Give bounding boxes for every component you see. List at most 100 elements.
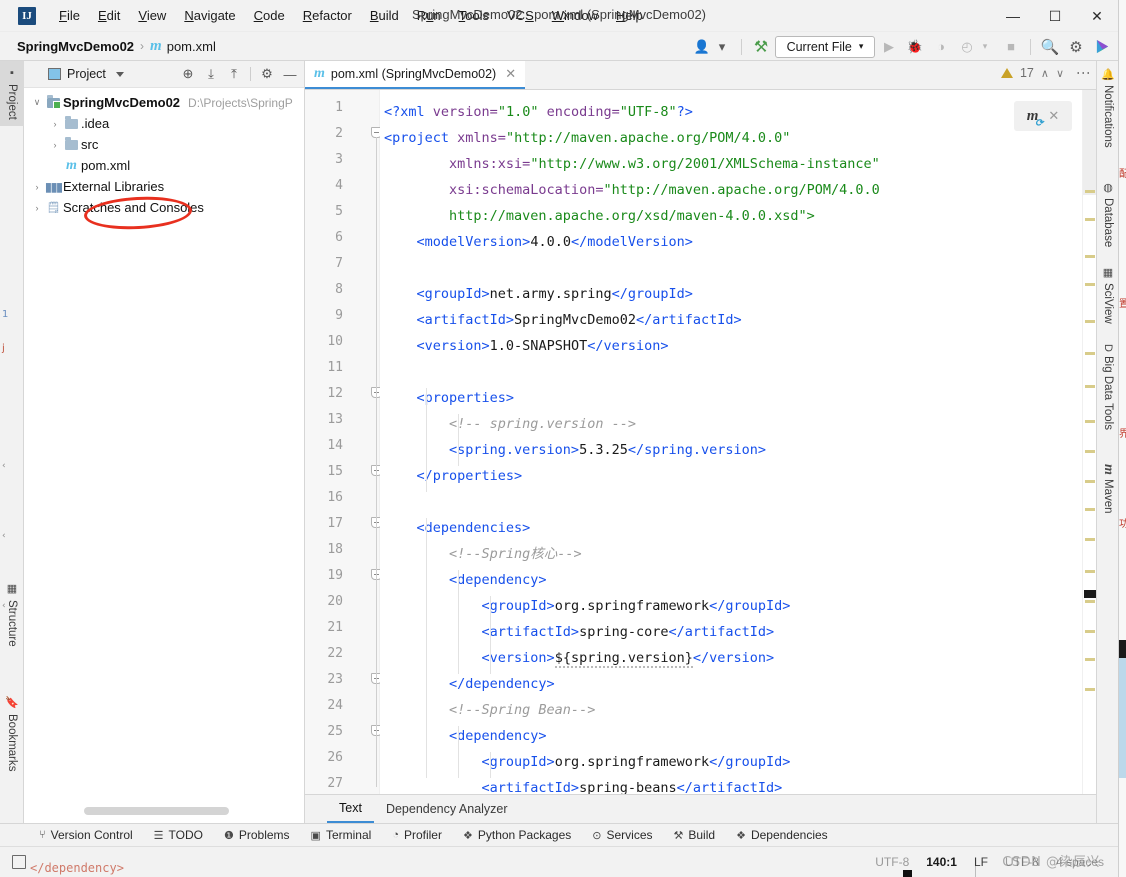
tool-window-version-control[interactable]: ⑂ Version Control: [30, 826, 142, 844]
close-icon[interactable]: ✕: [505, 66, 516, 82]
breadcrumb-file[interactable]: pom.xml: [167, 39, 216, 54]
tree-node-external-libraries[interactable]: › ▮▮▮ External Libraries: [24, 176, 304, 197]
collapse-all-icon[interactable]: ⤒: [224, 64, 244, 84]
sidebar-item-maven[interactable]: m Maven: [1097, 459, 1119, 518]
viewport-indicator[interactable]: [1083, 90, 1097, 195]
chevron-right-icon[interactable]: ›: [30, 182, 44, 192]
sidebar-item-database[interactable]: ◍ Database: [1097, 176, 1119, 252]
warning-marker[interactable]: [1085, 508, 1095, 511]
run-icon[interactable]: ▶: [877, 36, 901, 58]
ide-assistant-icon[interactable]: [1090, 36, 1114, 58]
tree-node-src[interactable]: › src: [24, 134, 304, 155]
hide-icon[interactable]: —: [280, 64, 300, 84]
menu-item-tools[interactable]: Tools: [450, 4, 498, 27]
sidebar-item-sciview[interactable]: ▦ SciView: [1097, 261, 1119, 329]
collapse-chevron-icon-3[interactable]: ‹: [2, 601, 14, 612]
warning-marker[interactable]: [1085, 352, 1095, 355]
build-hammer-icon[interactable]: ⚒: [749, 36, 773, 58]
warning-marker[interactable]: [1085, 190, 1095, 193]
tool-window-dependencies[interactable]: ❖ Dependencies: [727, 826, 837, 844]
project-panel-horizontal-scrollbar[interactable]: [84, 807, 229, 815]
menu-item-file[interactable]: File: [50, 4, 89, 27]
editor-marker-gutter[interactable]: [1082, 90, 1097, 794]
warning-marker[interactable]: [1085, 385, 1095, 388]
layout-icon[interactable]: [12, 855, 26, 869]
editor-tab-pom-xml[interactable]: m pom.xml (SpringMvcDemo02) ✕: [305, 61, 526, 89]
warning-marker[interactable]: [1085, 450, 1095, 453]
breadcrumb-project[interactable]: SpringMvcDemo02: [17, 39, 134, 54]
menu-item-help[interactable]: Help: [607, 4, 652, 27]
warning-marker[interactable]: [1085, 688, 1095, 691]
tool-window-build[interactable]: ⚒ Build: [665, 826, 725, 844]
previous-problem-icon[interactable]: ∧: [1041, 67, 1049, 80]
status-file-encoding[interactable]: UTF-8: [1005, 855, 1039, 869]
close-icon[interactable]: ✕: [1048, 108, 1059, 124]
search-icon[interactable]: 🔍: [1038, 36, 1062, 58]
menu-item-edit[interactable]: Edit: [89, 4, 129, 27]
tree-node-scratches-and-consoles[interactable]: › 🗒 Scratches and Consoles: [24, 197, 304, 218]
tool-window-terminal[interactable]: ▣ Terminal: [302, 826, 381, 844]
stop-icon[interactable]: ■: [999, 36, 1023, 58]
warning-marker[interactable]: [1085, 480, 1095, 483]
tool-window-profiler[interactable]: ◔ Profiler: [383, 826, 451, 844]
collapse-chevron-icon-2[interactable]: ‹: [2, 531, 14, 542]
chevron-right-icon[interactable]: ›: [48, 119, 62, 129]
menu-item-vcs[interactable]: VCS: [498, 4, 543, 27]
maven-reload-icon[interactable]: m ⟳: [1027, 108, 1044, 129]
collapse-chevron-icon[interactable]: ‹: [2, 461, 14, 472]
menu-item-refactor[interactable]: Refactor: [294, 4, 361, 27]
warning-marker[interactable]: [1085, 283, 1095, 286]
code-editor[interactable]: 1 2 3 4 5 6 7 8 9 10 11 12 13 14 15 16 17 18 19 20 21 22 23 24 2…: [305, 90, 1096, 794]
tree-node-idea[interactable]: › .idea: [24, 113, 304, 134]
menu-item-run[interactable]: Run: [408, 4, 450, 27]
inspection-widget[interactable]: 17 ∧ ∨: [1000, 66, 1064, 80]
tool-window-todo[interactable]: ☰ TODO: [145, 826, 212, 844]
gear-icon[interactable]: ⚙: [257, 64, 277, 84]
warning-marker[interactable]: [1085, 218, 1095, 221]
maven-reload-popup[interactable]: m ⟳ ✕: [1014, 101, 1072, 131]
maximize-button[interactable]: ☐: [1034, 0, 1076, 32]
tool-window-services[interactable]: ⊙ Services: [583, 826, 661, 844]
chevron-right-icon[interactable]: ›: [30, 203, 44, 213]
warning-marker[interactable]: [1085, 630, 1095, 633]
status-indent[interactable]: 4 spaces: [1056, 855, 1104, 869]
chevron-down-icon[interactable]: [115, 71, 124, 77]
tool-window-problems[interactable]: ❶ Problems: [215, 826, 299, 844]
editor-gutter[interactable]: 1 2 3 4 5 6 7 8 9 10 11 12 13 14 15 16 17 18 19 20 21 22 23 24 2…: [305, 90, 382, 794]
run-configuration-selector[interactable]: Current File ▾: [775, 35, 875, 58]
sidebar-item-big-data-tools[interactable]: D Big Data Tools: [1097, 339, 1119, 435]
tree-node-springmvcdemo02[interactable]: ∨ SpringMvcDemo02 D:\Projects\SpringP: [24, 92, 304, 113]
gear-icon[interactable]: ⚙: [1064, 36, 1088, 58]
close-button[interactable]: ✕: [1076, 0, 1118, 32]
tab-dependency-analyzer[interactable]: Dependency Analyzer: [374, 795, 520, 823]
warning-marker[interactable]: [1085, 255, 1095, 258]
warning-marker[interactable]: [1085, 538, 1095, 541]
sidebar-item-notifications[interactable]: 🔔 Notifications: [1097, 63, 1119, 153]
expand-all-icon[interactable]: ⤓: [201, 64, 221, 84]
sidebar-item-project[interactable]: ▪ Project: [0, 61, 24, 126]
next-problem-icon[interactable]: ∨: [1056, 67, 1064, 80]
chevron-right-icon[interactable]: ›: [48, 140, 62, 150]
user-caret-icon[interactable]: ▾: [710, 36, 734, 58]
menu-item-build[interactable]: Build: [361, 4, 408, 27]
warning-marker[interactable]: [1085, 658, 1095, 661]
coverage-icon[interactable]: ◑: [929, 36, 953, 58]
menu-item-navigate[interactable]: Navigate: [175, 4, 244, 27]
code-content[interactable]: <?xml version="1.0" encoding="UTF-8"?> <p…: [380, 90, 1096, 794]
debug-icon[interactable]: 🐞: [903, 36, 927, 58]
error-marker[interactable]: [1084, 590, 1096, 598]
chevron-expanded-icon[interactable]: ∨: [30, 97, 44, 108]
warning-marker[interactable]: [1085, 570, 1095, 573]
profile-caret-icon[interactable]: ▾: [973, 36, 997, 58]
status-encoding-indicator[interactable]: UTF-8: [875, 855, 909, 869]
menu-item-view[interactable]: View: [129, 4, 175, 27]
minimize-button[interactable]: —: [992, 0, 1034, 32]
menu-item-window[interactable]: Window: [543, 4, 607, 27]
tool-window-python-packages[interactable]: ❖ Python Packages: [454, 826, 580, 844]
locate-icon[interactable]: ⊕: [178, 64, 198, 84]
status-line-separator[interactable]: LF: [974, 855, 988, 869]
warning-marker[interactable]: [1085, 320, 1095, 323]
sidebar-item-bookmarks[interactable]: 🔖 Bookmarks: [0, 690, 24, 778]
status-caret-position[interactable]: 140:1: [926, 855, 957, 869]
sidebar-item-structure[interactable]: ▦ Structure: [0, 576, 24, 653]
